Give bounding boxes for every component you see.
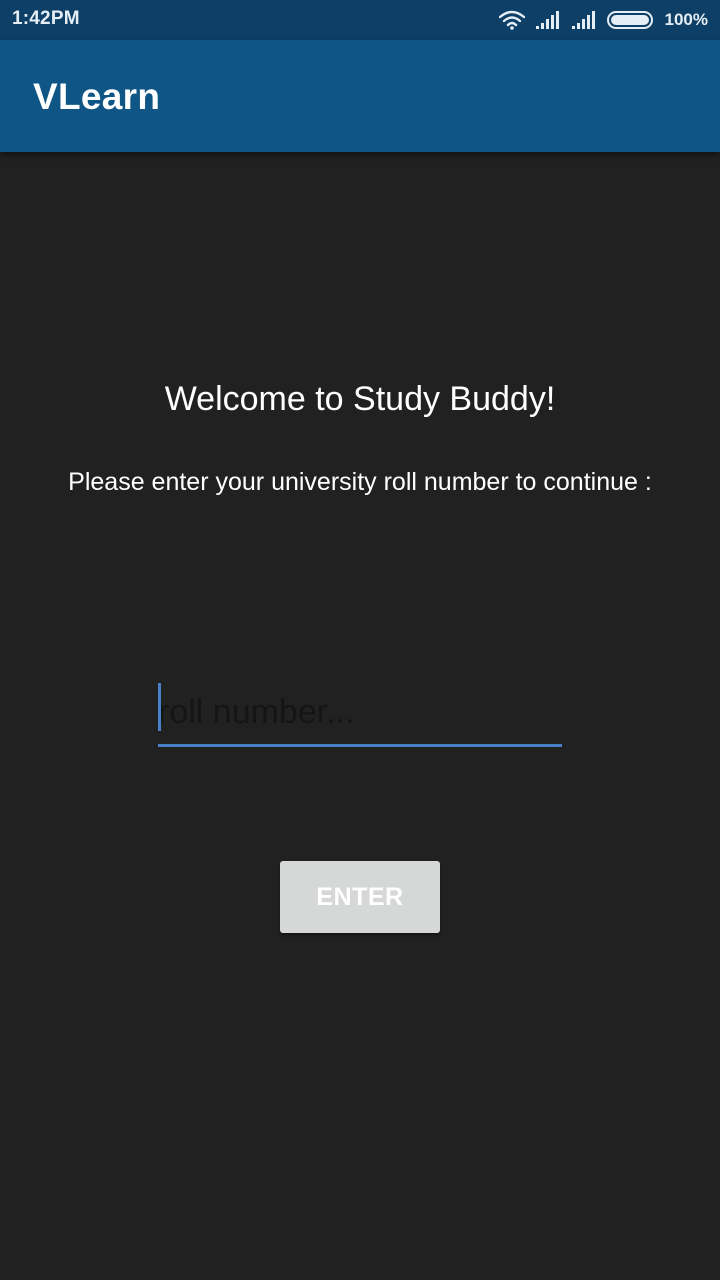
battery-percentage: 100% <box>664 10 708 29</box>
text-cursor <box>158 683 161 731</box>
app-bar: VLearn <box>0 40 720 152</box>
enter-button[interactable]: ENTER <box>280 861 440 933</box>
status-icons: 100% <box>498 8 708 32</box>
wifi-icon <box>498 10 525 30</box>
instruction-text: Please enter your university roll number… <box>68 468 652 496</box>
signal-icon <box>571 10 597 30</box>
roll-number-input[interactable] <box>158 680 562 747</box>
status-time: 1:42PM <box>12 8 80 29</box>
battery-icon <box>606 10 655 30</box>
app-title: VLearn <box>33 76 161 117</box>
status-bar: 1:42PM 100% <box>0 0 720 40</box>
signal-icon <box>535 10 561 30</box>
welcome-heading: Welcome to Study Buddy! <box>164 380 556 418</box>
